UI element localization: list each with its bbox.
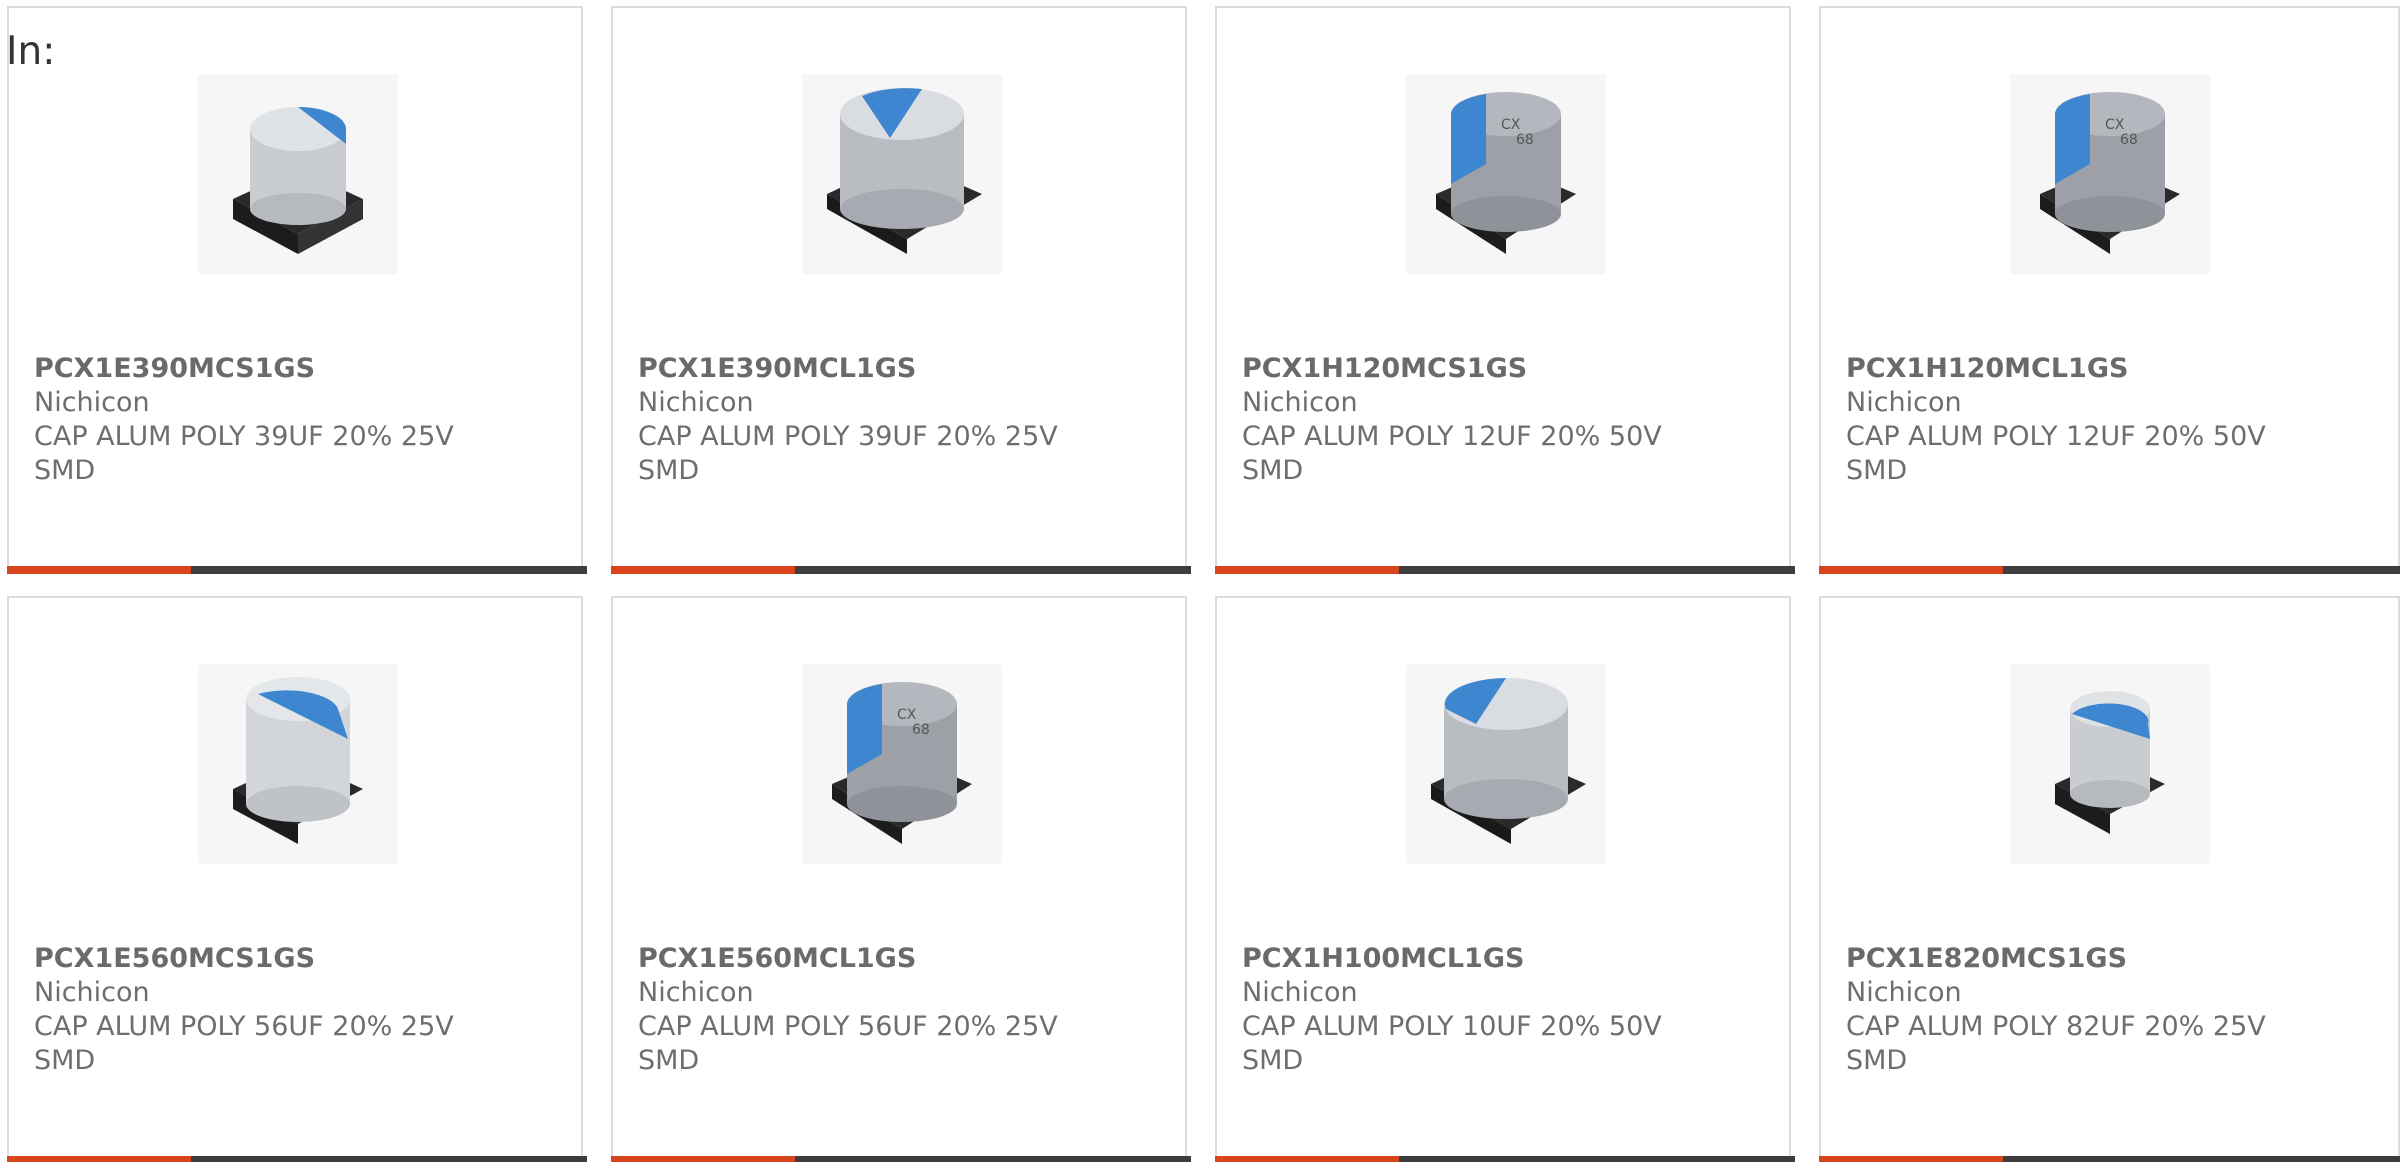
svg-text:68: 68: [2120, 132, 2138, 148]
card-footer-bar: [7, 1156, 587, 1162]
description-package: SMD: [638, 455, 700, 486]
part-number-link[interactable]: PCX1H120MCL1GS: [1846, 352, 2266, 386]
description-package: SMD: [1242, 455, 1304, 486]
manufacturer: Nichicon: [1846, 387, 1962, 418]
capacitor-icon: [2055, 691, 2165, 834]
description: CAP ALUM POLY 56UF 20% 25V: [34, 1011, 454, 1042]
product-image[interactable]: [198, 664, 398, 864]
part-number-link[interactable]: PCX1E560MCL1GS: [638, 942, 1058, 976]
product-grid: PCX1E390MCS1GS Nichicon CAP ALUM POLY 39…: [0, 0, 2400, 1162]
card-footer-bar: [611, 1156, 1191, 1162]
manufacturer: Nichicon: [1242, 977, 1358, 1008]
card-footer-bar: [1215, 1156, 1795, 1162]
svg-text:CX: CX: [897, 707, 917, 723]
description: CAP ALUM POLY 12UF 20% 50V: [1846, 421, 2266, 452]
description: CAP ALUM POLY 56UF 20% 25V: [638, 1011, 1058, 1042]
svg-text:68: 68: [1516, 132, 1534, 148]
product-image[interactable]: [1406, 664, 1606, 864]
product-card[interactable]: PCX1E560MCS1GS Nichicon CAP ALUM POLY 56…: [7, 596, 587, 1162]
card-accent-bar: [1215, 566, 1399, 574]
part-number-link[interactable]: PCX1E390MCL1GS: [638, 352, 1058, 386]
card-accent-bar: [1819, 566, 2003, 574]
description-package: SMD: [1846, 1045, 1908, 1076]
svg-text:CX: CX: [2105, 117, 2125, 133]
product-card[interactable]: PCX1H100MCL1GS Nichicon CAP ALUM POLY 10…: [1215, 596, 1795, 1162]
part-number-link[interactable]: PCX1E560MCS1GS: [34, 942, 454, 976]
manufacturer: Nichicon: [34, 387, 150, 418]
description: CAP ALUM POLY 39UF 20% 25V: [638, 421, 1058, 452]
product-card[interactable]: CX 68 PCX1E560MCL1GS Nichicon CAP ALUM P…: [611, 596, 1191, 1162]
product-image[interactable]: CX 68: [802, 664, 1002, 864]
description: CAP ALUM POLY 10UF 20% 50V: [1242, 1011, 1662, 1042]
card-accent-bar: [1819, 1156, 2003, 1162]
card-accent-bar: [611, 1156, 795, 1162]
part-number-link[interactable]: PCX1E820MCS1GS: [1846, 942, 2266, 976]
description: CAP ALUM POLY 82UF 20% 25V: [1846, 1011, 2266, 1042]
capacitor-icon: [1431, 678, 1586, 844]
card-footer-bar: [7, 566, 587, 574]
product-card[interactable]: PCX1E390MCS1GS Nichicon CAP ALUM POLY 39…: [7, 6, 587, 574]
description: CAP ALUM POLY 12UF 20% 50V: [1242, 421, 1662, 452]
card-footer-bar: [1215, 566, 1795, 574]
product-card[interactable]: PCX1E820MCS1GS Nichicon CAP ALUM POLY 82…: [1819, 596, 2400, 1162]
card-accent-bar: [7, 1156, 191, 1162]
product-card[interactable]: CX 68 PCX1H120MCS1GS Nichicon CAP ALUM P…: [1215, 6, 1795, 574]
manufacturer: Nichicon: [638, 387, 754, 418]
svg-text:68: 68: [912, 722, 930, 738]
product-image[interactable]: [2010, 664, 2210, 864]
part-number-link[interactable]: PCX1H120MCS1GS: [1242, 352, 1662, 386]
capacitor-icon: CX 68: [2040, 92, 2180, 254]
card-footer-bar: [611, 566, 1191, 574]
description-package: SMD: [638, 1045, 700, 1076]
description-package: SMD: [34, 455, 96, 486]
manufacturer: Nichicon: [638, 977, 754, 1008]
in-label: In:: [6, 29, 56, 74]
manufacturer: Nichicon: [1846, 977, 1962, 1008]
product-image[interactable]: CX 68: [2010, 74, 2210, 274]
product-image[interactable]: CX 68: [1406, 74, 1606, 274]
card-accent-bar: [611, 566, 795, 574]
description-package: SMD: [34, 1045, 96, 1076]
card-accent-bar: [1215, 1156, 1399, 1162]
description: CAP ALUM POLY 39UF 20% 25V: [34, 421, 454, 452]
capacitor-icon: CX 68: [832, 682, 972, 844]
manufacturer: Nichicon: [1242, 387, 1358, 418]
product-image[interactable]: [802, 74, 1002, 274]
product-image[interactable]: [198, 74, 398, 274]
product-card[interactable]: PCX1E390MCL1GS Nichicon CAP ALUM POLY 39…: [611, 6, 1191, 574]
manufacturer: Nichicon: [34, 977, 150, 1008]
capacitor-icon: CX 68: [1436, 92, 1576, 254]
card-accent-bar: [7, 566, 191, 574]
svg-text:CX: CX: [1501, 117, 1521, 133]
part-number-link[interactable]: PCX1H100MCL1GS: [1242, 942, 1662, 976]
capacitor-icon: [233, 107, 363, 254]
capacitor-icon: [827, 88, 982, 254]
capacitor-icon: [233, 677, 363, 844]
card-footer-bar: [1819, 566, 2400, 574]
card-footer-bar: [1819, 1156, 2400, 1162]
description-package: SMD: [1846, 455, 1908, 486]
product-card[interactable]: CX 68 PCX1H120MCL1GS Nichicon CAP ALUM P…: [1819, 6, 2400, 574]
part-number-link[interactable]: PCX1E390MCS1GS: [34, 352, 454, 386]
description-package: SMD: [1242, 1045, 1304, 1076]
